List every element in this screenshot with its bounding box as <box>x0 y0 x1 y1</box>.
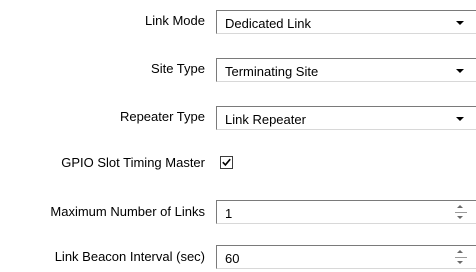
spin-down-icon[interactable] <box>453 213 469 223</box>
chevron-down-icon[interactable] <box>452 108 469 128</box>
repeater-type-label: Repeater Type <box>119 109 205 124</box>
gpio-slot-timing-master-label: GPIO Slot Timing Master <box>61 155 205 170</box>
link-beacon-interval-row: Link Beacon Interval (sec) 60 <box>0 242 476 269</box>
link-beacon-interval-spinner[interactable]: 60 <box>216 245 476 269</box>
max-links-value: 1 <box>225 206 233 221</box>
link-beacon-interval-spin-buttons[interactable] <box>453 247 469 268</box>
checkmark-icon <box>222 158 231 167</box>
chevron-down-icon[interactable] <box>452 60 469 80</box>
max-links-row: Maximum Number of Links 1 <box>0 197 476 224</box>
link-beacon-interval-label: Link Beacon Interval (sec) <box>54 249 205 264</box>
link-beacon-interval-value: 60 <box>225 251 240 266</box>
site-type-value: Terminating Site <box>225 64 319 79</box>
gpio-slot-timing-master-row: GPIO Slot Timing Master <box>0 152 476 178</box>
site-type-row: Site Type Terminating Site <box>0 58 476 84</box>
repeater-type-select[interactable]: Link Repeater <box>216 106 476 130</box>
link-mode-value: Dedicated Link <box>225 16 311 31</box>
repeater-type-value: Link Repeater <box>225 112 306 127</box>
link-mode-label: Link Mode <box>145 13 205 28</box>
max-links-spinner[interactable]: 1 <box>216 200 476 224</box>
gpio-slot-timing-master-checkbox[interactable] <box>220 156 233 169</box>
site-type-label: Site Type <box>151 61 205 76</box>
spin-up-icon[interactable] <box>453 202 469 212</box>
link-mode-select[interactable]: Dedicated Link <box>216 10 476 34</box>
site-type-select[interactable]: Terminating Site <box>216 58 476 82</box>
spin-up-icon[interactable] <box>453 247 469 257</box>
max-links-spin-buttons[interactable] <box>453 202 469 223</box>
spin-down-icon[interactable] <box>453 258 469 268</box>
repeater-type-row: Repeater Type Link Repeater <box>0 106 476 132</box>
chevron-down-icon[interactable] <box>452 12 469 32</box>
link-mode-row: Link Mode Dedicated Link <box>0 10 476 36</box>
max-links-label: Maximum Number of Links <box>50 204 205 219</box>
